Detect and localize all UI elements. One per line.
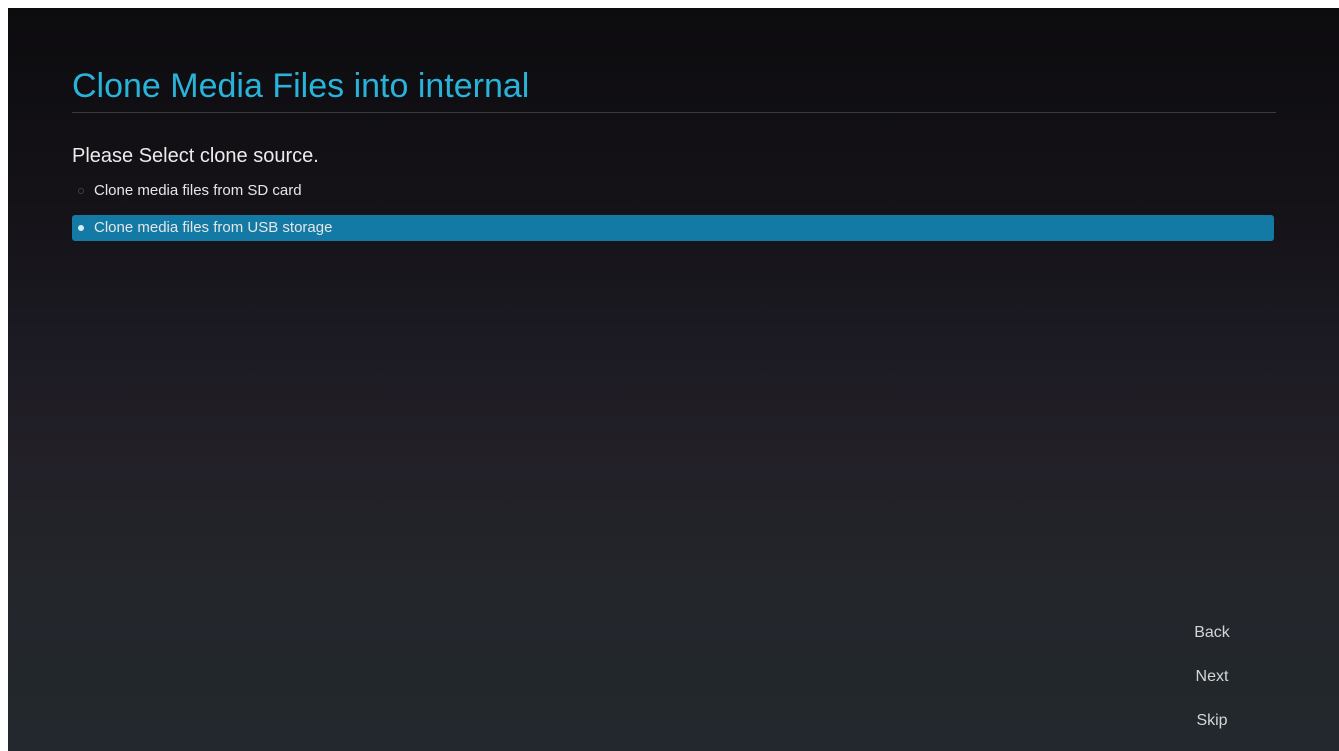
option-usb-storage[interactable]: Clone media files from USB storage — [72, 215, 1274, 241]
option-label: Clone media files from SD card — [94, 182, 302, 199]
skip-button[interactable]: Skip — [1180, 710, 1244, 732]
clone-source-prompt: Please Select clone source. — [72, 145, 319, 167]
clone-media-screen: Clone Media Files into internal Please S… — [8, 8, 1339, 751]
back-button[interactable]: Back — [1180, 622, 1244, 644]
title-divider — [72, 112, 1276, 113]
option-label: Clone media files from USB storage — [94, 219, 333, 236]
next-button[interactable]: Next — [1180, 666, 1244, 688]
radio-unselected-icon — [78, 188, 84, 194]
option-sd-card[interactable]: Clone media files from SD card — [72, 178, 1274, 204]
radio-selected-icon — [78, 225, 84, 231]
page-title: Clone Media Files into internal — [72, 67, 530, 105]
